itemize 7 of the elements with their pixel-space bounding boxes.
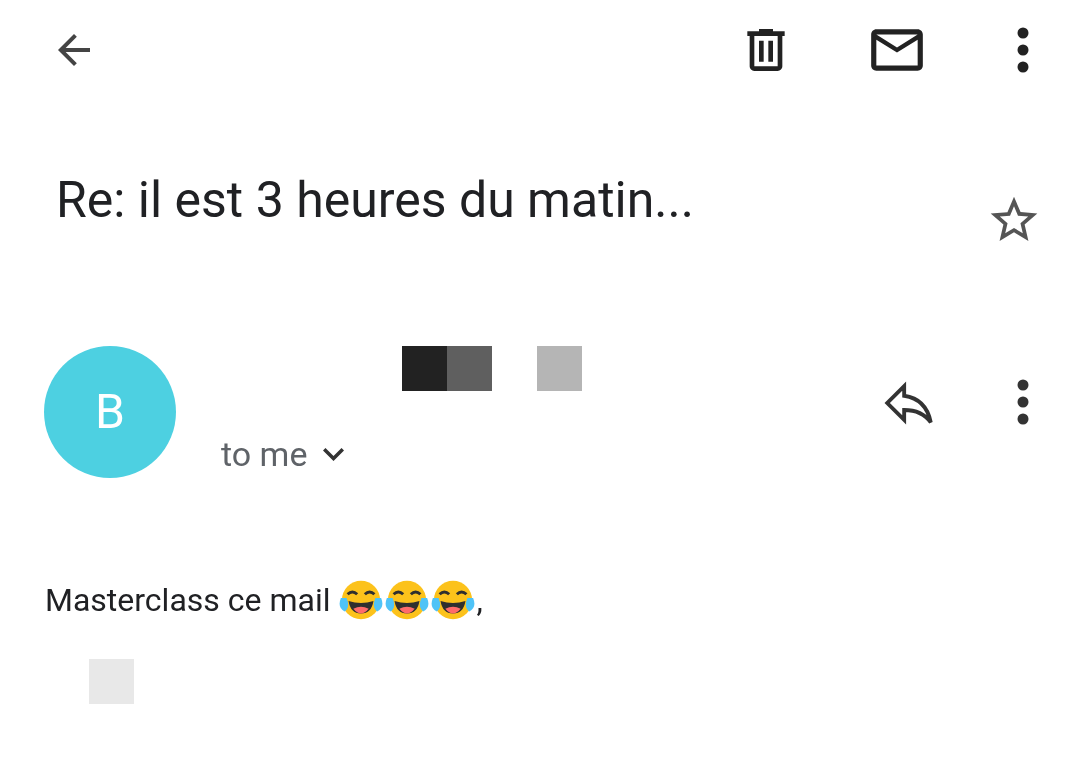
message-text: , [476,580,483,621]
message-text: Masterclass ce mail [45,580,331,621]
more-options-icon[interactable] [1016,26,1030,74]
email-subject: Re: il est 3 heures du matin... [56,170,695,230]
chevron-down-icon [323,448,345,461]
recipient-dropdown[interactable]: to me [221,429,582,480]
more-options-icon[interactable] [1016,378,1030,426]
